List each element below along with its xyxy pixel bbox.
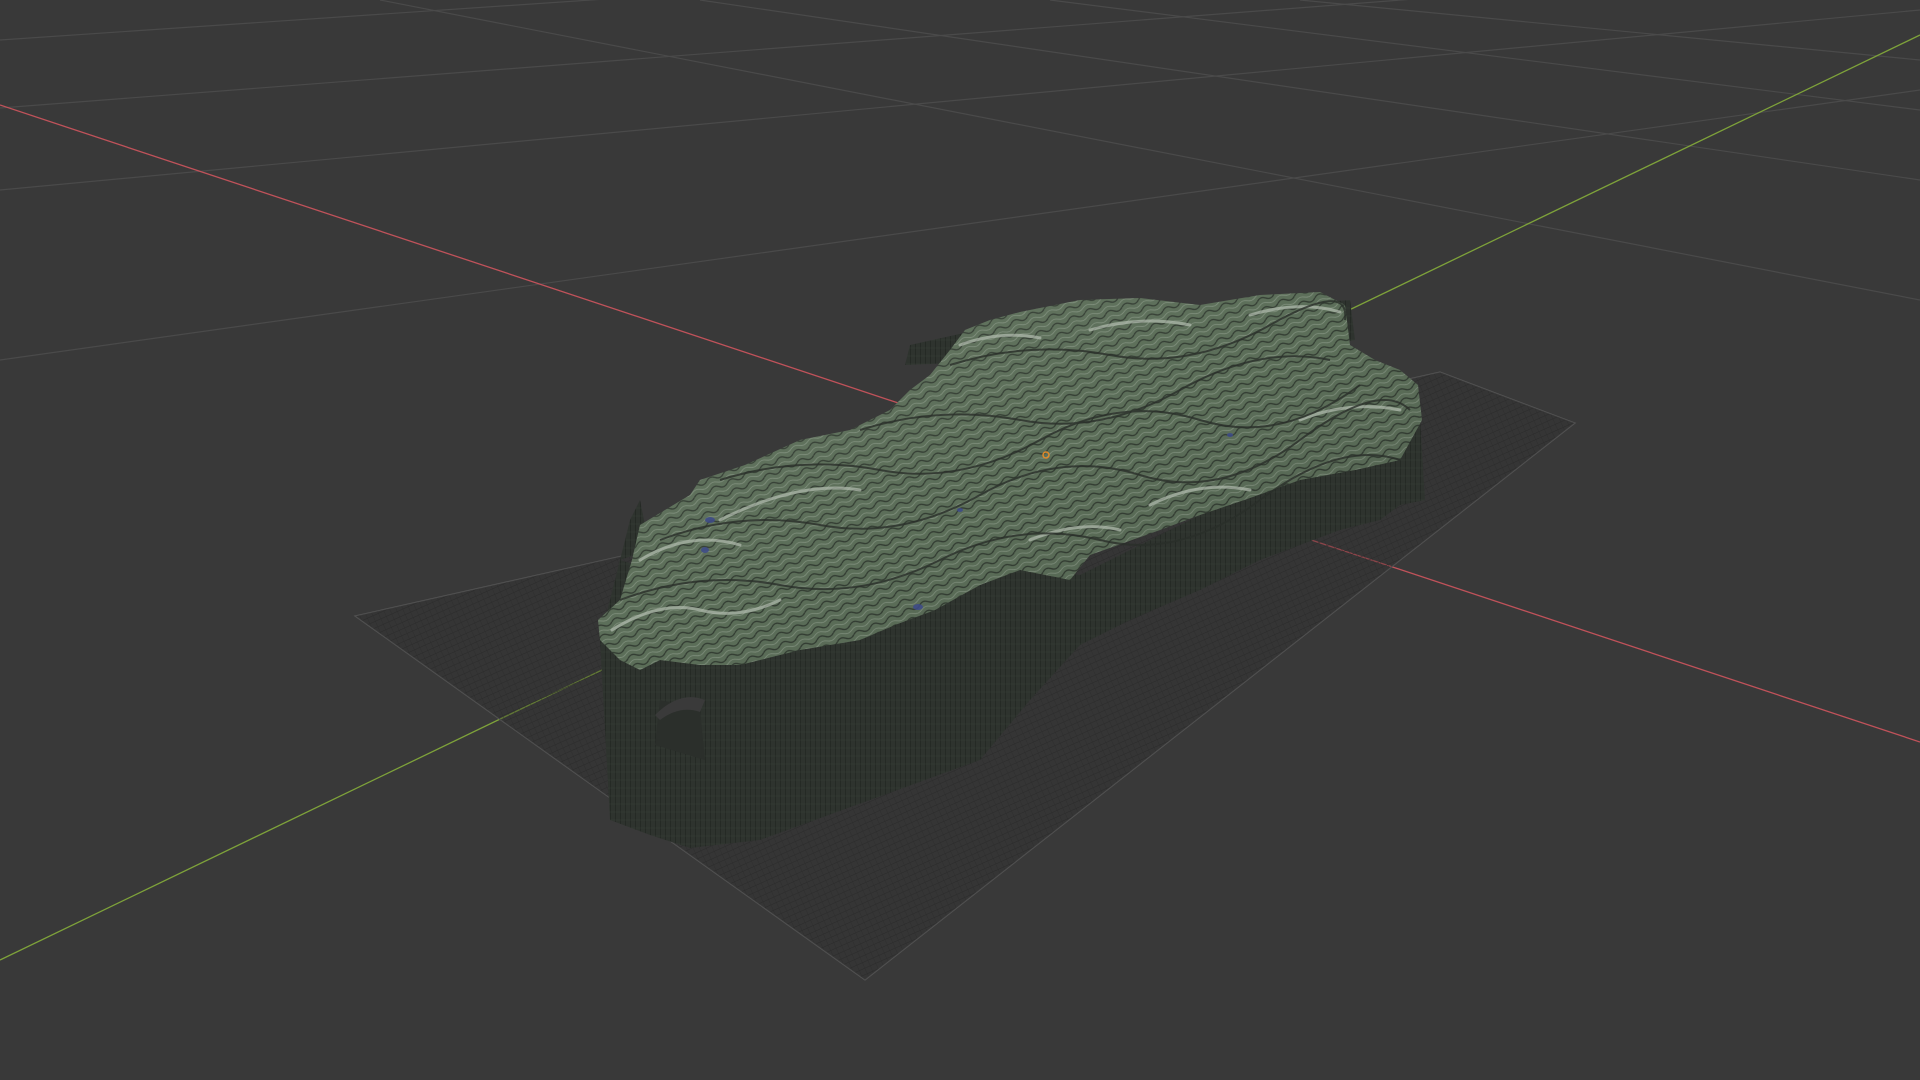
viewport-scene[interactable]: [0, 0, 1920, 1080]
floor-grid: [0, 0, 1920, 361]
3d-viewport[interactable]: [0, 0, 1920, 1080]
